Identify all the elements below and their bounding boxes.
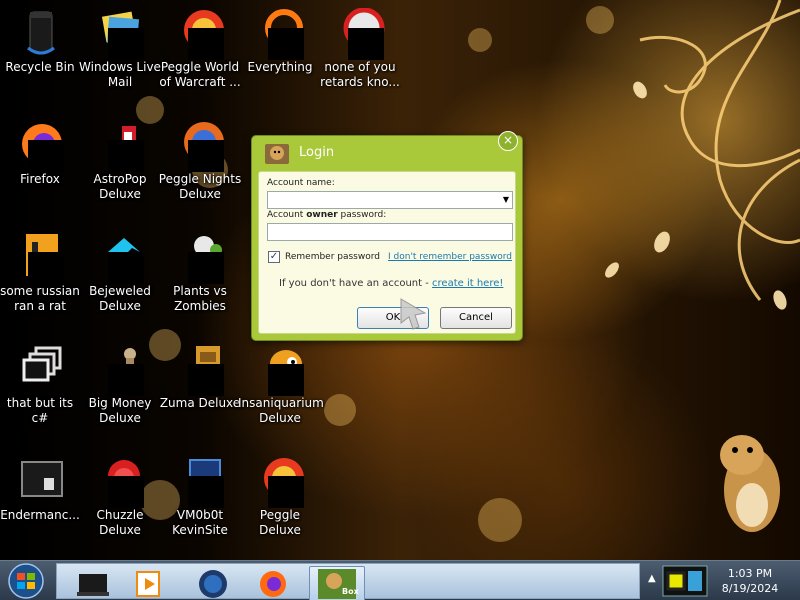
remember-password-checkbox[interactable]: ✓ [268, 251, 280, 263]
peggle-wow-icon [174, 8, 226, 60]
desktop-icon-big-money[interactable]: Big Money Deluxe [78, 340, 162, 440]
icon-label: Insaniquarium Deluxe [238, 396, 324, 425]
clock-date: 8/19/2024 [721, 582, 779, 595]
clock-time: 1:03 PM [727, 567, 773, 580]
icon-label: Plants vs Zombies [173, 284, 227, 313]
firefox-icon[interactable] [251, 566, 295, 600]
account-name-dropdown[interactable]: ▼ [267, 191, 513, 209]
chevron-down-icon[interactable]: ▼ [503, 195, 509, 204]
notebook-icon[interactable] [71, 566, 115, 600]
account-name-label: Account name: [267, 178, 335, 188]
desktop-icon-firefox[interactable]: Firefox [0, 116, 82, 216]
terminal-icon [14, 456, 66, 504]
java-file-icon [14, 232, 66, 284]
box-game-taskbar-button[interactable]: Box [309, 566, 365, 600]
login-panel: Account name: ▼ Account owner password: … [258, 171, 516, 334]
desktop-icon-that-but-its-csharp[interactable]: that but its c# [0, 340, 82, 440]
icon-label: Peggle Deluxe [259, 508, 301, 537]
big-money-icon [94, 344, 146, 396]
icon-label: some russian ran a rat [0, 284, 80, 313]
icon-label: VM0b0t KevinSite [172, 508, 228, 537]
desktop-icon-plants-vs-zombies[interactable]: Plants vs Zombies [158, 228, 242, 328]
desktop-icon-insaniquarium[interactable]: Insaniquarium Deluxe [238, 340, 324, 440]
icon-label: Bejeweled Deluxe [89, 284, 151, 313]
mouse-cursor [400, 298, 427, 330]
start-button[interactable] [6, 562, 46, 600]
forgot-password-link[interactable]: I don't remember password [388, 252, 512, 262]
recycle-bin-icon [14, 8, 66, 56]
stacked-windows-icon [14, 344, 66, 392]
desktop-icon-zuma[interactable]: Zuma Deluxe [158, 340, 242, 440]
clock[interactable]: 1:03 PM 8/19/2024 [700, 566, 800, 596]
hamster-figure [720, 435, 780, 532]
icon-label: Windows Live Mail [79, 60, 161, 89]
show-hidden-icons[interactable]: ▲ [648, 573, 656, 584]
pvz-icon [174, 232, 226, 284]
icon-label: Peggle World of Warcraft ... [159, 60, 241, 89]
desktop-icon-everything[interactable]: Everything [238, 4, 322, 104]
no-account-text: If you don't have an account - create it… [279, 278, 504, 289]
astropop-icon [94, 120, 146, 172]
icon-label: none of you retards kno... [320, 60, 400, 89]
desktop-icon-some-russian[interactable]: some russian ran a rat [0, 228, 82, 328]
desktop-icon-bejeweled[interactable]: Bejeweled Deluxe [78, 228, 162, 328]
close-button[interactable]: × [498, 131, 518, 151]
login-dialog: Login × Account name: ▼ Account owner pa… [251, 131, 523, 341]
circle-app-icon [334, 7, 386, 60]
icon-label: Recycle Bin [5, 60, 75, 74]
password-field[interactable] [267, 223, 513, 241]
taskbar: Box ▲ 1:03 PM 8/19/2024 [0, 560, 800, 600]
everything-icon [254, 8, 306, 60]
icon-label: Big Money Deluxe [88, 396, 152, 425]
icon-label: Everything [247, 60, 313, 74]
media-player-icon[interactable] [127, 566, 171, 600]
icon-label: Endermanc... [0, 508, 80, 522]
desktop-icon-none-of-you[interactable]: none of you retards kno... [318, 4, 402, 104]
box-label: Box [342, 587, 359, 596]
peggle-nights-icon [174, 120, 226, 172]
create-account-link[interactable]: create it here! [432, 278, 503, 289]
chuzzle-icon [94, 456, 146, 508]
globe-icon[interactable] [191, 566, 235, 600]
dialog-titlebar[interactable]: Login [252, 136, 522, 170]
icon-label: that but its c# [6, 396, 74, 425]
icon-label: Firefox [20, 172, 60, 186]
icon-label: Zuma Deluxe [159, 396, 241, 410]
mail-icon [94, 8, 146, 60]
firefox-icon [14, 120, 66, 172]
insaniquarium-icon [254, 344, 306, 396]
desktop-icon-recycle-bin[interactable]: Recycle Bin [0, 4, 82, 104]
dialog-title: Login [299, 145, 335, 160]
desktop-icon-peggle-nights[interactable]: Peggle Nights Deluxe [158, 116, 242, 216]
desktop-icon-peggle-wow[interactable]: Peggle World of Warcraft ... [158, 4, 242, 104]
cancel-button[interactable]: Cancel [440, 307, 512, 329]
taskbar-pinned-area: Box [56, 563, 640, 600]
hamster-app-icon [264, 142, 290, 166]
icon-label: Chuzzle Deluxe [96, 508, 144, 537]
close-icon: × [502, 133, 514, 147]
bejeweled-icon [94, 232, 146, 284]
desktop-icon-windows-live-mail[interactable]: Windows Live Mail [78, 4, 162, 104]
vm-icon [174, 456, 226, 508]
desktop-icon-chuzzle[interactable]: Chuzzle Deluxe [78, 452, 162, 552]
icon-label: Peggle Nights Deluxe [158, 172, 242, 201]
desktop-icon-endermanch[interactable]: Endermanc... [0, 452, 82, 552]
password-label: Account owner password: [267, 210, 387, 220]
icon-label: AstroPop Deluxe [93, 172, 147, 201]
peggle-icon [254, 456, 306, 508]
desktop-icon-peggle-deluxe[interactable]: Peggle Deluxe [238, 452, 322, 552]
desktop-icon-vm0b0t[interactable]: VM0b0t KevinSite [158, 452, 242, 552]
desktop-icon-astropop[interactable]: AstroPop Deluxe [78, 116, 162, 216]
zuma-icon [174, 344, 226, 396]
remember-password-label[interactable]: Remember password [285, 252, 380, 262]
